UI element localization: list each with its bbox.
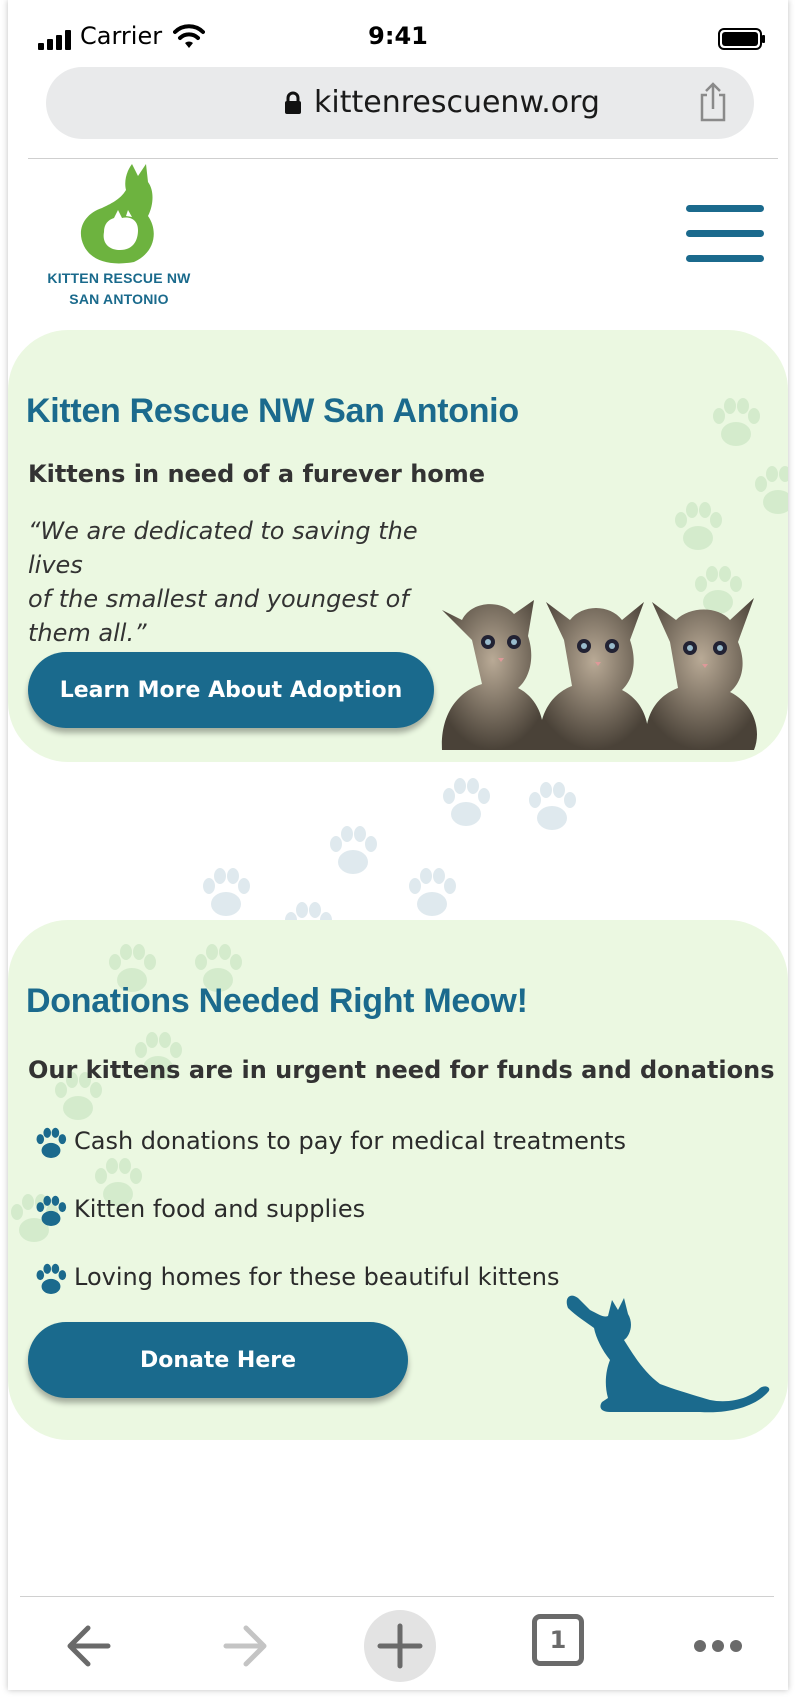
donation-item: Cash donations to pay for medical treatm… [34,1124,626,1158]
address-bar[interactable]: kittenrescuenw.org [46,67,754,139]
hamburger-menu-icon[interactable] [686,205,764,265]
header-divider [28,158,778,159]
learn-more-adoption-button[interactable]: Learn More About Adoption [28,652,434,728]
donations-card: Donations Needed Right Meow! Our kittens… [8,920,788,1440]
hero-subtitle: Kittens in need of a furever home [28,460,486,488]
cats-logo-icon [80,164,154,264]
tabs-icon[interactable]: 1 [532,1614,584,1666]
donate-here-button[interactable]: Donate Here [28,1322,408,1398]
donation-item-text: Cash donations to pay for medical treatm… [74,1127,627,1155]
site-logo[interactable]: KITTEN RESCUE NW SAN ANTONIO [44,160,194,310]
donation-item: Kitten food and supplies [34,1192,365,1226]
donations-subtitle: Our kittens are in urgent need for funds… [28,1056,775,1084]
paw-icon [36,1263,67,1294]
toolbar-divider [20,1596,774,1597]
quote-line: “We are dedicated to saving the lives [28,517,418,579]
battery-icon [718,28,765,50]
hero-card: Kitten Rescue NW San Antonio Kittens in … [8,330,788,762]
back-icon[interactable] [60,1616,120,1676]
clock-time: 9:41 [368,22,428,50]
donation-item-text: Kitten food and supplies [74,1195,366,1223]
browser-toolbar: 1 [8,1596,788,1690]
share-icon[interactable] [698,81,728,123]
hero-quote: “We are dedicated to saving the lives of… [28,514,458,650]
logo-text-line1: KITTEN RESCUE NW [47,270,191,286]
paw-icon [36,1127,67,1158]
phone-screen: Carrier 9:41 kittenrescuenw.org KITTEN R… [8,0,788,1690]
hero-title: Kitten Rescue NW San Antonio [26,392,519,430]
forward-icon[interactable] [214,1616,274,1676]
quote-line: of the smallest and youngest of [28,585,409,613]
quote-line: them all.” [28,619,147,647]
donation-item: Loving homes for these beautiful kittens [34,1260,559,1294]
logo-text-line2: SAN ANTONIO [69,291,169,307]
cat-silhouette-icon [566,1295,770,1413]
url-text[interactable]: kittenrescuenw.org [314,85,600,120]
kittens-photo [441,598,757,750]
donations-title: Donations Needed Right Meow! [26,982,528,1020]
new-tab-icon[interactable] [362,1608,438,1684]
more-icon[interactable] [688,1616,748,1676]
donation-item-text: Loving homes for these beautiful kittens [74,1263,560,1291]
paw-icon [36,1195,67,1226]
status-bar: Carrier 9:41 [8,0,788,60]
lock-icon [285,91,301,114]
